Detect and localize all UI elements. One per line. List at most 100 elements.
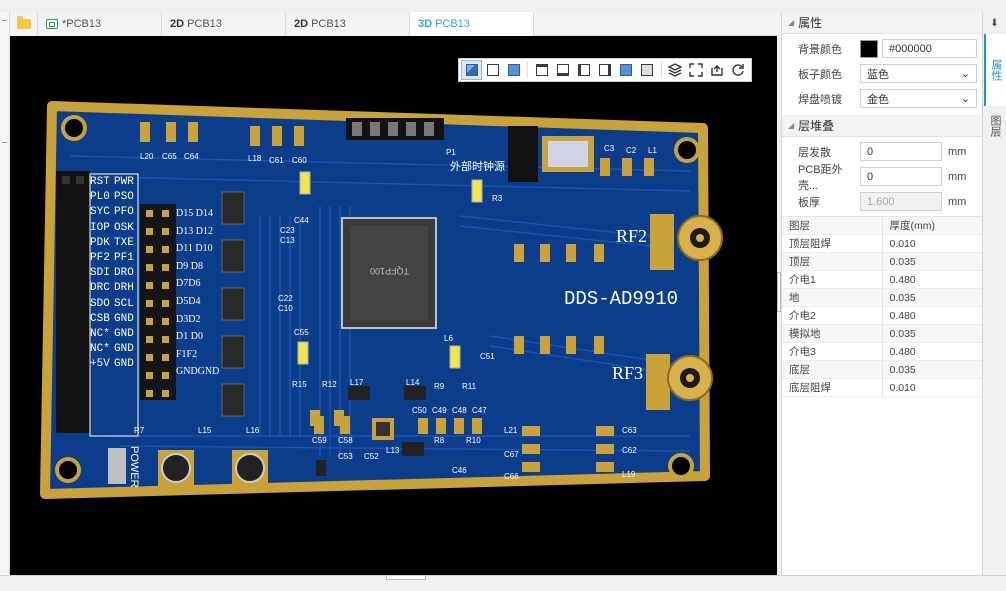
table-row[interactable]: 介电1 0.480 bbox=[782, 270, 982, 289]
table-row[interactable]: 顶层阻焊 0.010 bbox=[782, 234, 982, 253]
bottom-view-icon bbox=[556, 64, 569, 76]
column-header-thickness: 厚度(mm) bbox=[882, 216, 982, 235]
designator: C50 bbox=[412, 406, 427, 415]
fullscreen-button[interactable] bbox=[686, 60, 707, 80]
export-icon bbox=[711, 65, 724, 76]
designator-labels: L20 C65 C64 L18 C61 C60 P1 C3 C2 L1 R3 C… bbox=[10, 36, 777, 575]
designator: R10 bbox=[466, 436, 481, 445]
solid-icon bbox=[507, 64, 520, 76]
layer-thickness: 0.035 bbox=[882, 324, 982, 343]
designator: C53 bbox=[338, 452, 353, 461]
table-row[interactable]: 地 0.035 bbox=[782, 288, 982, 307]
layer-name: 介电2 bbox=[782, 306, 883, 325]
left-view-button[interactable] bbox=[573, 60, 594, 80]
right-view-button[interactable] bbox=[595, 60, 616, 80]
bg-color-label: 背景颜色 bbox=[798, 43, 842, 56]
bottom-panel-handle[interactable] bbox=[386, 576, 426, 580]
tab-pcb-3d[interactable]: 3D PCB13 bbox=[410, 12, 534, 36]
pad-plating-row: 焊盘喷镀 金色 ⌄ bbox=[782, 86, 982, 111]
tab-folder[interactable] bbox=[10, 12, 38, 36]
table-row[interactable]: 底层 0.035 bbox=[782, 360, 982, 379]
layer-spread-input[interactable]: 0 bbox=[860, 142, 942, 161]
designator: C46 bbox=[452, 466, 467, 475]
tab-label: *PCB13 bbox=[62, 18, 102, 30]
designator: C2 bbox=[626, 146, 637, 155]
view-3d-button[interactable] bbox=[461, 60, 483, 80]
toolbar-divider bbox=[527, 62, 529, 78]
pcb-outline-unit: mm bbox=[948, 170, 967, 183]
designator: R15 bbox=[292, 380, 307, 389]
designator: L6 bbox=[444, 334, 453, 343]
table-row[interactable]: 介电3 0.480 bbox=[782, 342, 982, 361]
pcb-outline-input[interactable]: 0 bbox=[860, 167, 942, 186]
stackup-section-header[interactable]: ◢ 层堆叠 bbox=[782, 115, 982, 137]
back-view-button[interactable] bbox=[637, 60, 658, 80]
board-color-value: 蓝色 bbox=[867, 68, 889, 81]
tab-pcb-2d-2[interactable]: 2D PCB13 bbox=[286, 12, 410, 36]
bottom-view-button[interactable] bbox=[552, 60, 573, 80]
designator: C58 bbox=[338, 436, 353, 445]
table-row[interactable]: 模拟地 0.035 bbox=[782, 324, 982, 343]
wireframe-button[interactable] bbox=[482, 60, 503, 80]
pin-icon[interactable]: ⬇ bbox=[983, 12, 1006, 34]
tab-label: PCB13 bbox=[187, 18, 222, 30]
tab-prefix: 3D bbox=[418, 18, 433, 30]
designator: C63 bbox=[622, 426, 637, 435]
table-row[interactable]: 顶层 0.035 bbox=[782, 252, 982, 271]
pad-plating-select[interactable]: 金色 ⌄ bbox=[860, 89, 977, 108]
designator: R9 bbox=[434, 382, 445, 391]
designator: L20 bbox=[140, 152, 154, 161]
properties-title: 属性 bbox=[798, 16, 823, 30]
board-color-label: 板子颜色 bbox=[798, 68, 842, 81]
layer-name: 底层 bbox=[782, 360, 883, 379]
designator: C59 bbox=[312, 436, 327, 445]
properties-section-header[interactable]: ◢ 属性 bbox=[782, 12, 982, 34]
designator: C62 bbox=[622, 446, 637, 455]
designator: C47 bbox=[472, 406, 487, 415]
designator: L19 bbox=[622, 470, 636, 479]
front-view-button[interactable] bbox=[616, 60, 637, 80]
layer-name: 底层阻焊 bbox=[782, 378, 883, 397]
designator: C60 bbox=[292, 156, 307, 165]
designator: C61 bbox=[269, 156, 284, 165]
thickness-row: 板厚 1.600 mm bbox=[782, 189, 982, 214]
bottom-status-bar bbox=[0, 575, 1006, 591]
3d-viewport[interactable]: DDS-AD9910 RF2 RF3 外部时钟源 POWER TQFP100 R… bbox=[10, 36, 777, 575]
tab-layers[interactable]: 图层 bbox=[984, 106, 1006, 146]
designator: P1 bbox=[446, 148, 456, 157]
bg-color-input[interactable]: #000000 bbox=[882, 39, 977, 58]
layer-spread-label: 层发散 bbox=[798, 146, 831, 159]
back-view-icon bbox=[641, 64, 654, 76]
tab-label: PCB13 bbox=[435, 18, 470, 30]
top-view-button[interactable] bbox=[531, 60, 552, 80]
designator: R3 bbox=[492, 194, 503, 203]
layer-name: 介电1 bbox=[782, 270, 883, 289]
table-row[interactable]: 底层阻焊 0.010 bbox=[782, 378, 982, 397]
refresh-icon bbox=[732, 64, 745, 76]
left-view-icon bbox=[577, 64, 590, 76]
table-row[interactable]: 介电2 0.480 bbox=[782, 306, 982, 325]
solid-button[interactable] bbox=[503, 60, 524, 80]
bg-color-swatch[interactable] bbox=[860, 39, 878, 58]
designator: R12 bbox=[322, 380, 337, 389]
pcb-outline-label: PCB距外壳... bbox=[798, 163, 843, 192]
tab-schematic[interactable]: *PCB13 bbox=[38, 12, 162, 36]
thickness-unit: mm bbox=[948, 195, 967, 208]
layers-button[interactable] bbox=[665, 60, 686, 80]
view-3d-icon bbox=[465, 64, 478, 76]
tab-properties[interactable]: 属性 bbox=[984, 34, 1006, 106]
layer-spread-unit: mm bbox=[948, 145, 967, 158]
properties-panel: ◢ 属性 背景颜色 #000000 板子颜色 蓝色 ⌄ 焊盘喷镀 金色 ⌄ ◢ … bbox=[781, 12, 982, 575]
designator: C10 bbox=[278, 304, 293, 313]
layer-name: 顶层阻焊 bbox=[782, 234, 883, 253]
refresh-button[interactable] bbox=[728, 60, 749, 80]
designator: R11 bbox=[462, 382, 477, 391]
layer-thickness: 0.480 bbox=[882, 306, 982, 325]
tab-pcb-2d-1[interactable]: 2D PCB13 bbox=[162, 12, 286, 36]
layer-thickness: 0.480 bbox=[882, 270, 982, 289]
designator: C51 bbox=[480, 352, 495, 361]
export-button[interactable] bbox=[707, 60, 728, 80]
board-color-select[interactable]: 蓝色 ⌄ bbox=[860, 64, 977, 83]
layer-thickness: 0.010 bbox=[882, 234, 982, 253]
designator: C13 bbox=[280, 236, 295, 245]
